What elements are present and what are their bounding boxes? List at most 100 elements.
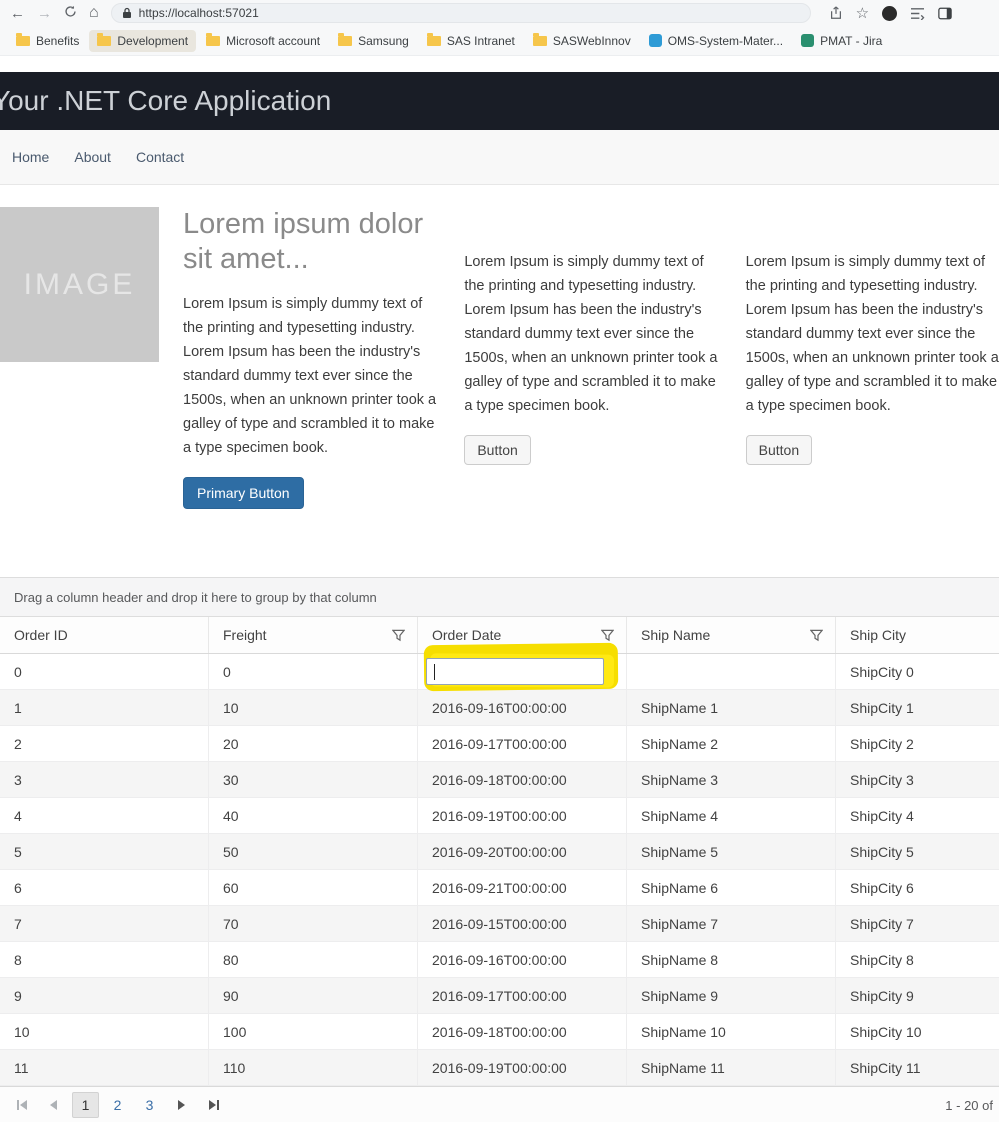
bookmark-item-sas-intranet[interactable]: SAS Intranet — [419, 30, 523, 52]
filter-icon[interactable] — [392, 629, 405, 642]
cell-order-id[interactable]: 3 — [0, 762, 209, 797]
pager-page-1[interactable]: 1 — [72, 1092, 99, 1118]
cell-ship-city[interactable]: ShipCity 7 — [836, 906, 999, 941]
cell-ship-name[interactable]: ShipName 9 — [627, 978, 836, 1013]
cell-ship-city[interactable]: ShipCity 6 — [836, 870, 999, 905]
primary-button[interactable]: Primary Button — [183, 477, 304, 509]
order-date-input[interactable] — [426, 658, 604, 685]
bookmark-item-benefits[interactable]: Benefits — [8, 30, 87, 52]
cell-order-date[interactable]: 2016-09-20T00:00:00 — [418, 834, 627, 869]
pager-page-2[interactable]: 2 — [104, 1092, 131, 1118]
address-bar[interactable]: https://localhost:57021 — [111, 3, 811, 23]
nav-item-home[interactable]: Home — [12, 149, 49, 165]
cell-order-id[interactable]: 7 — [0, 906, 209, 941]
home-icon[interactable]: ⌂ — [89, 5, 99, 21]
group-drop-area[interactable]: Drag a column header and drop it here to… — [0, 578, 999, 617]
filter-icon[interactable] — [810, 629, 823, 642]
cell-ship-city[interactable]: ShipCity 4 — [836, 798, 999, 833]
cell-order-date[interactable]: 2016-09-17T00:00:00 — [418, 978, 627, 1013]
pager-next-button[interactable] — [168, 1092, 195, 1118]
bookmark-item-development[interactable]: Development — [89, 30, 196, 52]
cell-ship-name[interactable]: ShipName 11 — [627, 1050, 836, 1085]
bookmark-item-samsung[interactable]: Samsung — [330, 30, 417, 52]
pager-page-3[interactable]: 3 — [136, 1092, 163, 1118]
cell-freight[interactable]: 70 — [209, 906, 418, 941]
cell-order-id[interactable]: 8 — [0, 942, 209, 977]
cell-order-id[interactable]: 11 — [0, 1050, 209, 1085]
nav-item-about[interactable]: About — [74, 149, 111, 165]
cell-order-id[interactable]: 6 — [0, 870, 209, 905]
cell-order-date[interactable]: 2016-09-18T00:00:00 — [418, 762, 627, 797]
filter-icon[interactable] — [601, 629, 614, 642]
cell-ship-name[interactable]: ShipName 6 — [627, 870, 836, 905]
cell-ship-city[interactable]: ShipCity 10 — [836, 1014, 999, 1049]
cell-freight[interactable]: 50 — [209, 834, 418, 869]
cell-order-id[interactable]: 9 — [0, 978, 209, 1013]
cell-freight[interactable]: 110 — [209, 1050, 418, 1085]
cell-ship-city[interactable]: ShipCity 5 — [836, 834, 999, 869]
cell-ship-city[interactable]: ShipCity 2 — [836, 726, 999, 761]
bookmark-item-microsoft-account[interactable]: Microsoft account — [198, 30, 328, 52]
cell-ship-city[interactable]: ShipCity 3 — [836, 762, 999, 797]
cell-order-date[interactable]: 2016-09-19T00:00:00 — [418, 798, 627, 833]
cell-freight[interactable]: 80 — [209, 942, 418, 977]
cell-freight[interactable]: 60 — [209, 870, 418, 905]
cell-ship-city[interactable]: ShipCity 1 — [836, 690, 999, 725]
cell-freight[interactable]: 90 — [209, 978, 418, 1013]
cell-order-id[interactable]: 0 — [0, 654, 209, 689]
extension-icon[interactable] — [882, 6, 897, 21]
cell-ship-name[interactable]: ShipName 8 — [627, 942, 836, 977]
pager-first-button[interactable] — [8, 1092, 35, 1118]
column-header-freight[interactable]: Freight — [209, 617, 418, 653]
button-2[interactable]: Button — [464, 435, 530, 465]
cell-ship-name[interactable]: ShipName 10 — [627, 1014, 836, 1049]
cell-ship-name[interactable]: ShipName 4 — [627, 798, 836, 833]
cell-freight[interactable]: 20 — [209, 726, 418, 761]
cell-freight[interactable]: 100 — [209, 1014, 418, 1049]
cell-ship-name[interactable]: ShipName 5 — [627, 834, 836, 869]
share-icon[interactable] — [829, 6, 843, 20]
bookmark-item-saswebinnov[interactable]: SASWebInnov — [525, 30, 639, 52]
nav-item-contact[interactable]: Contact — [136, 149, 184, 165]
side-panel-icon[interactable] — [938, 7, 952, 20]
cell-order-id[interactable]: 5 — [0, 834, 209, 869]
cell-ship-city[interactable]: ShipCity 9 — [836, 978, 999, 1013]
pager-prev-button[interactable] — [40, 1092, 67, 1118]
cell-ship-name[interactable]: ShipName 7 — [627, 906, 836, 941]
column-header-ship-city[interactable]: Ship City — [836, 617, 999, 653]
cell-ship-city[interactable]: ShipCity 0 — [836, 654, 999, 689]
bookmark-item-oms-system-mater-[interactable]: OMS-System-Mater... — [641, 30, 791, 52]
cell-order-date[interactable]: 2016-09-16T00:00:00 — [418, 690, 627, 725]
cell-freight[interactable]: 40 — [209, 798, 418, 833]
column-header-ship-name[interactable]: Ship Name — [627, 617, 836, 653]
cell-order-date[interactable]: 2016-09-15T00:00:00 — [418, 906, 627, 941]
cell-freight[interactable]: 10 — [209, 690, 418, 725]
cell-ship-name[interactable]: ShipName 1 — [627, 690, 836, 725]
cell-ship-city[interactable]: ShipCity 11 — [836, 1050, 999, 1085]
back-icon[interactable]: ← — [10, 6, 25, 21]
cell-freight[interactable]: 30 — [209, 762, 418, 797]
cell-order-date[interactable]: 2016-09-17T00:00:00 — [418, 726, 627, 761]
cell-freight[interactable]: 0 — [209, 654, 418, 689]
pager-last-button[interactable] — [200, 1092, 227, 1118]
cell-ship-name[interactable]: ShipName 3 — [627, 762, 836, 797]
cell-ship-name[interactable] — [627, 654, 836, 689]
bookmark-item-pmat-jira[interactable]: PMAT - Jira — [793, 30, 890, 52]
cell-ship-city[interactable]: ShipCity 8 — [836, 942, 999, 977]
bookmark-star-icon[interactable]: ☆ — [856, 6, 869, 21]
cell-ship-name[interactable]: ShipName 2 — [627, 726, 836, 761]
cell-order-id[interactable]: 1 — [0, 690, 209, 725]
app-title[interactable]: Your .NET Core Application — [0, 85, 331, 117]
reading-list-icon[interactable] — [910, 7, 925, 20]
cell-order-id[interactable]: 10 — [0, 1014, 209, 1049]
cell-order-date[interactable]: 2016-09-19T00:00:00 — [418, 1050, 627, 1085]
forward-icon[interactable]: → — [37, 6, 52, 21]
button-3[interactable]: Button — [746, 435, 812, 465]
cell-order-id[interactable]: 2 — [0, 726, 209, 761]
cell-order-id[interactable]: 4 — [0, 798, 209, 833]
column-header-order-id[interactable]: Order ID — [0, 617, 209, 653]
cell-order-date[interactable]: 2016-09-18T00:00:00 — [418, 1014, 627, 1049]
cell-order-date[interactable]: 2016-09-16T00:00:00 — [418, 942, 627, 977]
cell-order-date[interactable]: 2016-09-21T00:00:00 — [418, 870, 627, 905]
refresh-icon[interactable] — [64, 5, 77, 21]
